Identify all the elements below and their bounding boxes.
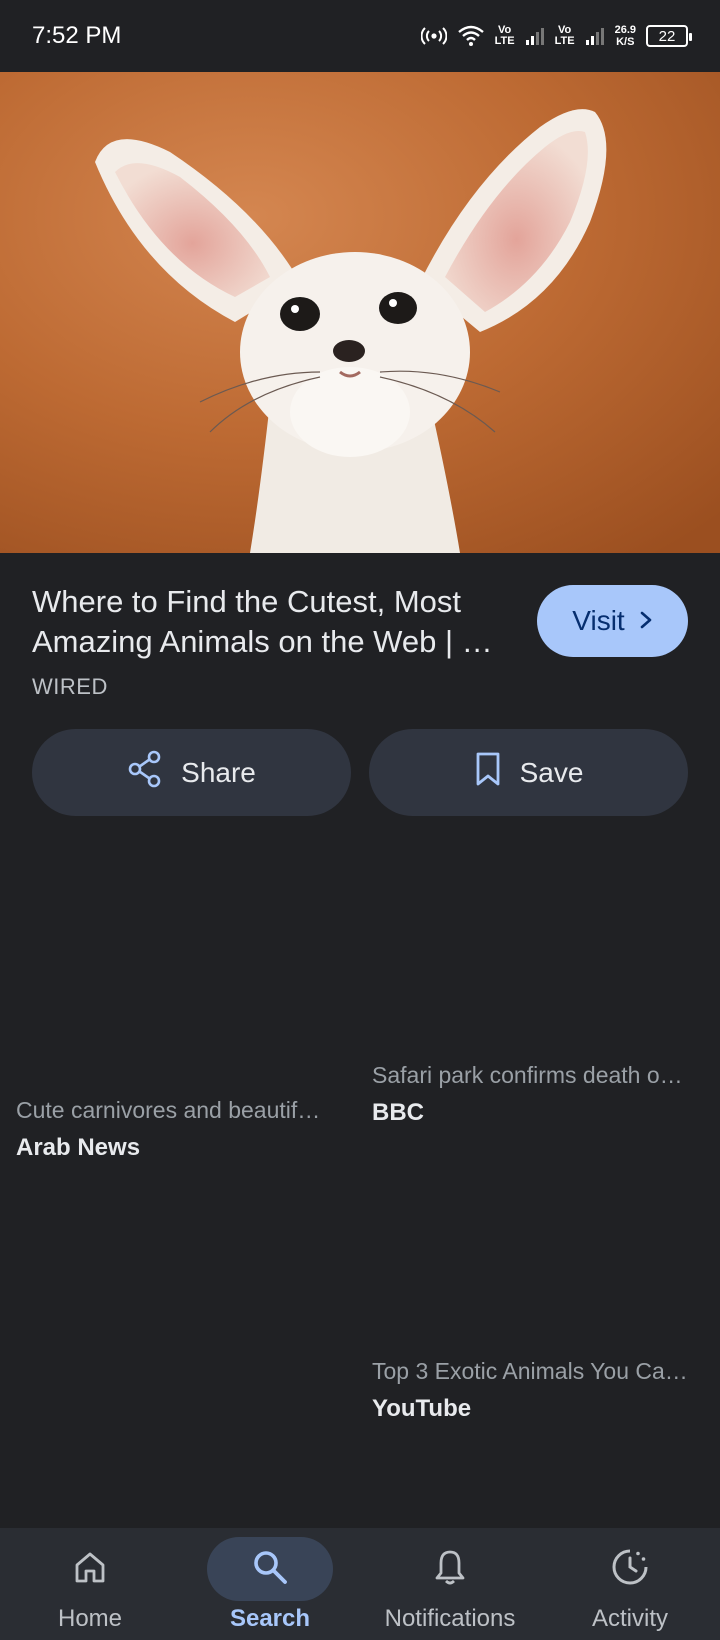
related-source: YouTube bbox=[372, 1395, 472, 1422]
result-image[interactable] bbox=[0, 72, 720, 553]
nav-search-icon-wrap bbox=[207, 1537, 333, 1601]
bookmark-icon bbox=[474, 751, 502, 794]
share-label: Share bbox=[181, 756, 256, 788]
hotspot-icon bbox=[420, 26, 447, 46]
nav-search[interactable]: Search bbox=[180, 1528, 360, 1640]
speed-value: 26.9 bbox=[614, 24, 636, 36]
related-source: BBC bbox=[372, 1099, 424, 1126]
wifi-icon bbox=[457, 25, 485, 47]
related-result-youtube[interactable]: Top 3 Exotic Animals You Ca… YouTube bbox=[372, 1358, 702, 1423]
status-time: 7:52 PM bbox=[32, 22, 122, 49]
related-snippet: Safari park confirms death o… bbox=[372, 1062, 683, 1088]
related-snippet: Top 3 Exotic Animals You Ca… bbox=[372, 1358, 688, 1384]
battery-icon: 22 bbox=[646, 25, 692, 47]
search-icon bbox=[251, 1548, 289, 1591]
activity-icon bbox=[610, 1547, 650, 1592]
nav-home[interactable]: Home bbox=[0, 1528, 180, 1640]
related-result-bbc[interactable]: Safari park confirms death o… BBC bbox=[372, 1062, 702, 1127]
volte-2-label: Vo LTE bbox=[554, 24, 575, 47]
home-icon bbox=[72, 1549, 108, 1590]
nav-notifications-icon-wrap bbox=[387, 1537, 513, 1601]
fennec-fox-icon bbox=[0, 72, 720, 553]
nav-notifications[interactable]: Notifications bbox=[360, 1528, 540, 1640]
page: 7:52 PM Vo LTE Vo LTE 26.9 K/S 22 Where … bbox=[0, 0, 720, 1640]
nav-activity-icon-wrap bbox=[567, 1537, 693, 1601]
chevron-right-icon bbox=[639, 605, 653, 637]
speed-unit: K/S bbox=[616, 36, 635, 48]
signal-1-icon bbox=[525, 26, 545, 46]
nav-home-label: Home bbox=[57, 1605, 123, 1632]
visit-button[interactable]: Visit bbox=[537, 585, 688, 657]
nav-activity[interactable]: Activity bbox=[540, 1528, 720, 1640]
nav-activity-label: Activity bbox=[591, 1605, 668, 1632]
save-button[interactable]: Save bbox=[369, 729, 688, 816]
signal-2-icon bbox=[585, 26, 605, 46]
status-icons: Vo LTE Vo LTE 26.9 K/S 22 bbox=[420, 24, 692, 48]
nav-home-icon-wrap bbox=[27, 1537, 153, 1601]
share-button[interactable]: Share bbox=[32, 729, 351, 816]
bottom-navigation: Home Search Notifications Activity bbox=[0, 1528, 720, 1640]
result-source: WIRED bbox=[32, 674, 108, 699]
network-speed: 26.9 K/S bbox=[615, 24, 636, 48]
share-icon bbox=[127, 750, 163, 795]
related-source: Arab News bbox=[16, 1134, 141, 1161]
nav-notifications-label: Notifications bbox=[384, 1605, 516, 1632]
nav-search-label: Search bbox=[229, 1605, 311, 1632]
related-result-arab-news[interactable]: Cute carnivores and beautif… Arab News bbox=[16, 1097, 341, 1162]
battery-level: 22 bbox=[658, 27, 676, 45]
status-bar: 7:52 PM Vo LTE Vo LTE 26.9 K/S 22 bbox=[0, 0, 720, 72]
visit-label: Visit bbox=[572, 605, 625, 636]
related-snippet: Cute carnivores and beautif… bbox=[16, 1097, 321, 1123]
result-title[interactable]: Where to Find the Cutest, Most Amazing A… bbox=[32, 582, 522, 662]
volte-1-label: Vo LTE bbox=[494, 24, 515, 47]
save-label: Save bbox=[519, 756, 584, 788]
bell-icon bbox=[433, 1548, 467, 1591]
